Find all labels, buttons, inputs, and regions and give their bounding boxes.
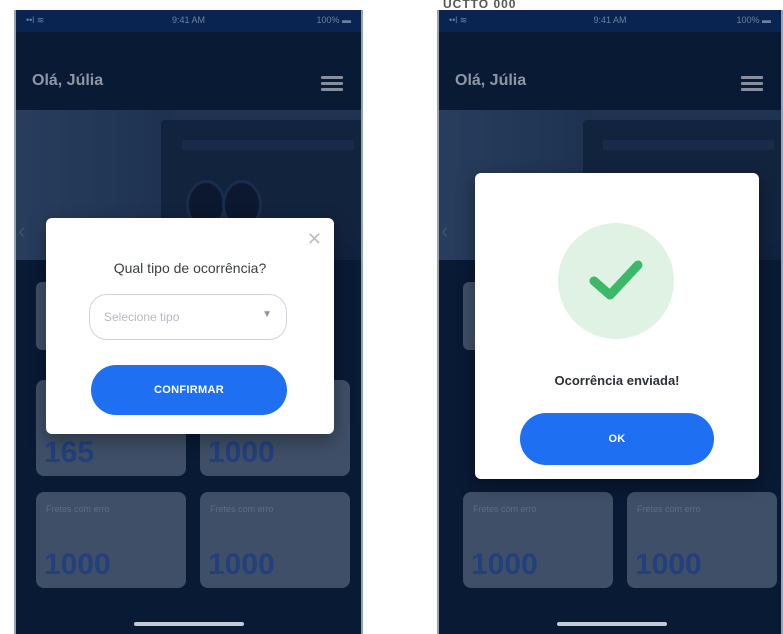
- caret-down-icon: ▼: [262, 309, 272, 320]
- success-modal: Ocorrência enviada! OK: [475, 173, 759, 479]
- modal-title: Qual tipo de ocorrência?: [113, 260, 267, 276]
- occurrence-type-select[interactable]: Selecione tipo ▼: [89, 294, 287, 340]
- phone-screen-left: ••l ≋ 9:41 AM 100% ▬ Olá, Júlia ‹ 165 10…: [14, 10, 363, 634]
- ok-button[interactable]: OK: [520, 413, 714, 465]
- success-message: Ocorrência enviada!: [554, 373, 680, 388]
- occurrence-type-modal: ✕ Qual tipo de ocorrência? Selecione tip…: [46, 218, 334, 434]
- home-indicator: [557, 622, 667, 626]
- select-placeholder: Selecione tipo: [104, 310, 180, 324]
- close-icon[interactable]: ✕: [307, 230, 322, 248]
- confirm-button[interactable]: CONFIRMAR: [91, 365, 287, 415]
- phone-screen-right: ••l ≋ 9:41 AM 100% ▬ Olá, Júlia ‹ Fretes…: [437, 10, 783, 634]
- home-indicator: [134, 622, 244, 626]
- check-icon: [558, 223, 674, 339]
- cropped-header-text: UCTTO 000: [443, 0, 517, 8]
